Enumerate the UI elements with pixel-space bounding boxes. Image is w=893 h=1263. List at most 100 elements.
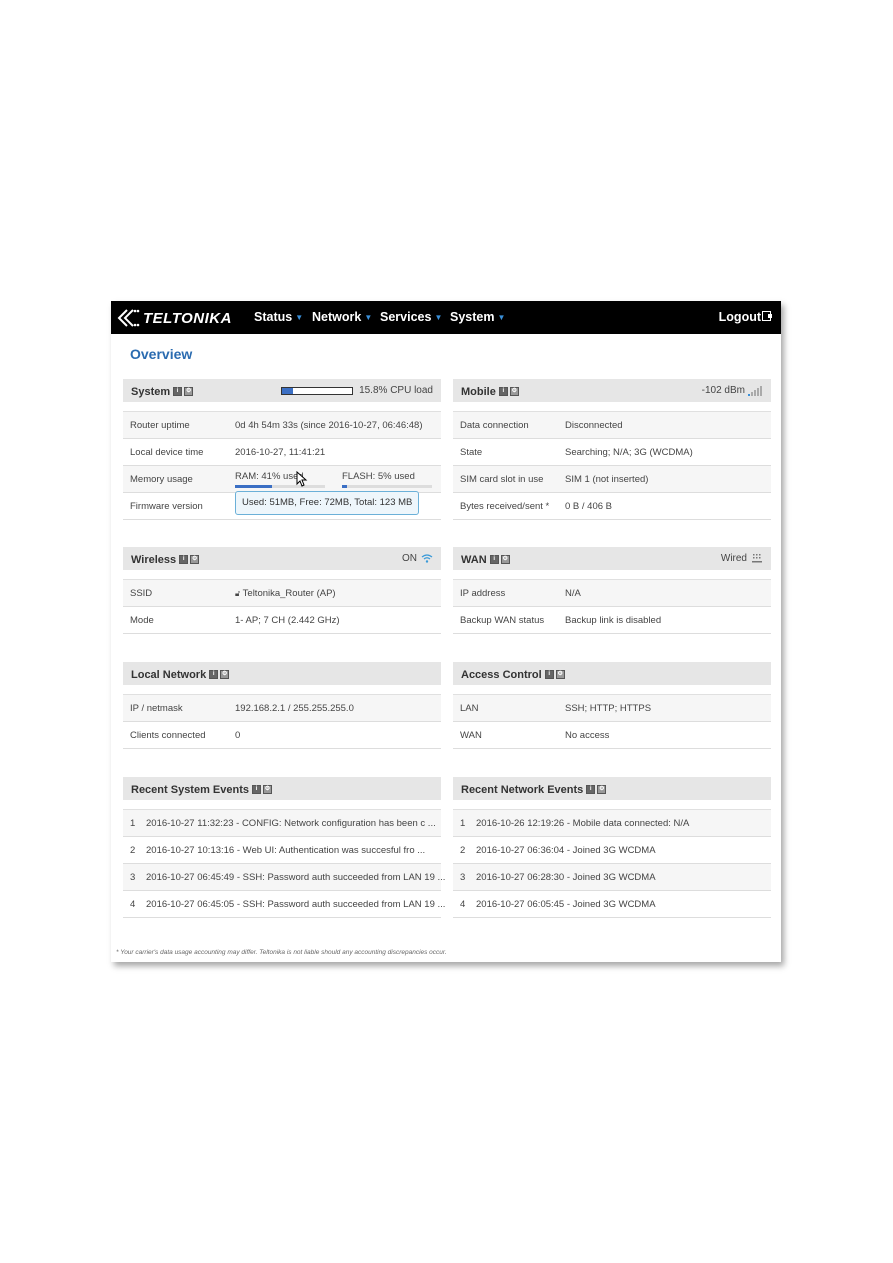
table-row: Router uptime 0d 4h 54m 33s (since 2016-1… bbox=[123, 412, 441, 439]
recent-system-events-header: Recent System Events i ⚙ bbox=[123, 777, 441, 800]
list-item[interactable]: 1 2016-10-26 12:19:26 - Mobile data conne… bbox=[453, 810, 771, 837]
recent-network-events-title: Recent Network Events bbox=[461, 784, 584, 796]
info-icon[interactable]: i bbox=[498, 386, 508, 396]
event-text: 2016-10-27 06:36:04 - Joined 3G WCDMA bbox=[476, 845, 656, 856]
local-network-panel-body: IP / netmask 192.168.2.1 / 255.255.255.0 … bbox=[123, 694, 441, 749]
event-number: 1 bbox=[460, 818, 466, 829]
nav-system[interactable]: System ▼ bbox=[450, 301, 505, 334]
list-item[interactable]: 2 2016-10-27 10:13:16 - Web UI: Authentic… bbox=[123, 837, 441, 864]
list-item[interactable]: 3 2016-10-27 06:45:49 - SSH: Password aut… bbox=[123, 864, 445, 891]
event-text: 2016-10-27 06:45:49 - SSH: Password auth… bbox=[146, 872, 446, 883]
row-key: SSID bbox=[130, 588, 153, 599]
event-number: 1 bbox=[130, 818, 136, 829]
row-value: 0 B / 406 B bbox=[565, 501, 613, 512]
event-number: 4 bbox=[460, 899, 466, 910]
event-text: 2016-10-27 06:05:45 - Joined 3G WCDMA bbox=[476, 899, 656, 910]
info-icon[interactable]: i bbox=[179, 554, 189, 564]
recent-network-events-header: Recent Network Events i ⚙ bbox=[453, 777, 771, 800]
access-control-panel-body: LAN SSH; HTTP; HTTPS WAN No access bbox=[453, 694, 771, 749]
wireless-panel: Wireless i ⚙ ON SSID 🔓︎ Teltonika_Router (A… bbox=[123, 547, 441, 634]
row-value: No access bbox=[565, 730, 610, 741]
list-item[interactable]: 1 2016-10-27 11:32:23 - CONFIG: Network c… bbox=[123, 810, 441, 837]
info-icon[interactable]: i bbox=[173, 386, 183, 396]
teltonika-logo[interactable]: TELTONIKA bbox=[117, 307, 232, 329]
nav-services[interactable]: Services ▼ bbox=[380, 301, 442, 334]
chevron-down-icon: ▼ bbox=[295, 313, 304, 322]
row-value: Searching; N/A; 3G (WCDMA) bbox=[565, 447, 693, 458]
info-icon[interactable]: i bbox=[489, 554, 499, 564]
event-number: 2 bbox=[460, 845, 466, 856]
ram-usage[interactable]: RAM: 41% used bbox=[235, 471, 325, 488]
nav-status[interactable]: Status ▼ bbox=[254, 301, 303, 334]
row-key: IP address bbox=[460, 588, 506, 599]
logout-button[interactable]: Logout bbox=[719, 301, 772, 334]
wireless-status: ON bbox=[402, 553, 417, 564]
table-row: IP / netmask 192.168.2.1 / 255.255.255.0 bbox=[123, 695, 441, 722]
table-row: SSID 🔓︎ Teltonika_Router (AP) bbox=[123, 580, 441, 607]
wireless-panel-header: Wireless i ⚙ ON bbox=[123, 547, 441, 570]
settings-icon[interactable]: ⚙ bbox=[500, 554, 510, 564]
table-row: IP address N/A bbox=[453, 580, 771, 607]
signal-bars-icon bbox=[748, 385, 763, 396]
ram-usage-bar bbox=[235, 485, 325, 488]
access-control-panel-title: Access Control bbox=[461, 669, 542, 681]
row-key: Backup WAN status bbox=[460, 615, 545, 626]
row-value: 192.168.2.1 / 255.255.255.0 bbox=[235, 703, 354, 714]
info-icon[interactable]: i bbox=[252, 784, 261, 794]
recent-system-events-panel: Recent System Events i ⚙ 1 2016-10-27 11:32… bbox=[123, 777, 445, 918]
nav-network-label: Network bbox=[312, 310, 362, 324]
mobile-panel: Mobile i ⚙ -102 dBm Data connection Disconn… bbox=[453, 379, 771, 520]
wan-panel-title: WAN bbox=[461, 554, 487, 566]
info-icon[interactable]: i bbox=[544, 669, 554, 679]
wireless-panel-title: Wireless bbox=[131, 554, 177, 566]
settings-icon[interactable]: ⚙ bbox=[263, 784, 272, 794]
row-key: WAN bbox=[460, 730, 482, 741]
wireless-panel-body: SSID 🔓︎ Teltonika_Router (AP) Mode 1- AP; … bbox=[123, 579, 441, 634]
event-number: 2 bbox=[130, 845, 136, 856]
event-number: 3 bbox=[130, 872, 136, 883]
event-number: 4 bbox=[130, 899, 136, 910]
table-row: Clients connected 0 bbox=[123, 722, 441, 749]
logout-icon bbox=[762, 311, 772, 321]
settings-icon[interactable]: ⚙ bbox=[509, 386, 519, 396]
access-control-panel-header: Access Control i ⚙ bbox=[453, 662, 771, 685]
row-value: 0d 4h 54m 33s (since 2016-10-27, 06:46:4… bbox=[235, 420, 423, 431]
recent-system-events-title: Recent System Events bbox=[131, 784, 249, 796]
recent-network-events-panel: Recent Network Events i ⚙ 1 2016-10-26 12:1… bbox=[453, 777, 771, 918]
flash-usage-label: FLASH: 5% used bbox=[342, 471, 415, 482]
brand-name: TELTONIKA bbox=[143, 309, 232, 327]
teltonika-logo-icon bbox=[117, 309, 140, 327]
table-row: Data connection Disconnected bbox=[453, 412, 771, 439]
list-item[interactable]: 4 2016-10-27 06:05:45 - Joined 3G WCDMA bbox=[453, 891, 771, 918]
row-value: SIM 1 (not inserted) bbox=[565, 474, 649, 485]
settings-icon[interactable]: ⚙ bbox=[555, 669, 565, 679]
settings-icon[interactable]: ⚙ bbox=[220, 669, 230, 679]
list-item[interactable]: 3 2016-10-27 06:28:30 - Joined 3G WCDMA bbox=[453, 864, 771, 891]
cpu-load-label: 15.8% CPU load bbox=[359, 385, 433, 396]
nav-network[interactable]: Network ▼ bbox=[312, 301, 372, 334]
info-icon[interactable]: i bbox=[586, 784, 596, 794]
table-row: SIM card slot in use SIM 1 (not inserted) bbox=[453, 466, 771, 493]
chevron-down-icon: ▼ bbox=[364, 313, 373, 322]
flash-usage-fill bbox=[342, 485, 347, 488]
list-item[interactable]: 2 2016-10-27 06:36:04 - Joined 3G WCDMA bbox=[453, 837, 771, 864]
row-value: 0 bbox=[235, 730, 241, 741]
list-item[interactable]: 4 2016-10-27 06:45:05 - SSH: Password aut… bbox=[123, 891, 445, 918]
info-icon[interactable]: i bbox=[209, 669, 219, 679]
settings-icon[interactable]: ⚙ bbox=[597, 784, 607, 794]
row-value: 🔓︎ Teltonika_Router (AP) bbox=[235, 588, 336, 599]
cpu-load: 15.8% CPU load bbox=[281, 385, 433, 396]
chevron-down-icon: ▼ bbox=[434, 313, 443, 322]
event-text: 2016-10-26 12:19:26 - Mobile data connec… bbox=[476, 818, 690, 829]
row-key: Clients connected bbox=[130, 730, 206, 741]
settings-icon[interactable]: ⚙ bbox=[184, 386, 194, 396]
row-value: SSH; HTTP; HTTPS bbox=[565, 703, 652, 714]
wan-panel-header: WAN i ⚙ Wired bbox=[453, 547, 771, 570]
settings-icon[interactable]: ⚙ bbox=[190, 554, 200, 564]
row-key: SIM card slot in use bbox=[460, 474, 544, 485]
row-key: LAN bbox=[460, 703, 479, 714]
mobile-panel-title: Mobile bbox=[461, 386, 496, 398]
access-control-panel: Access Control i ⚙ LAN SSH; HTTP; HTTPS WAN… bbox=[453, 662, 771, 749]
flash-usage[interactable]: FLASH: 5% used bbox=[342, 471, 432, 488]
row-key: Firmware version bbox=[130, 501, 203, 512]
